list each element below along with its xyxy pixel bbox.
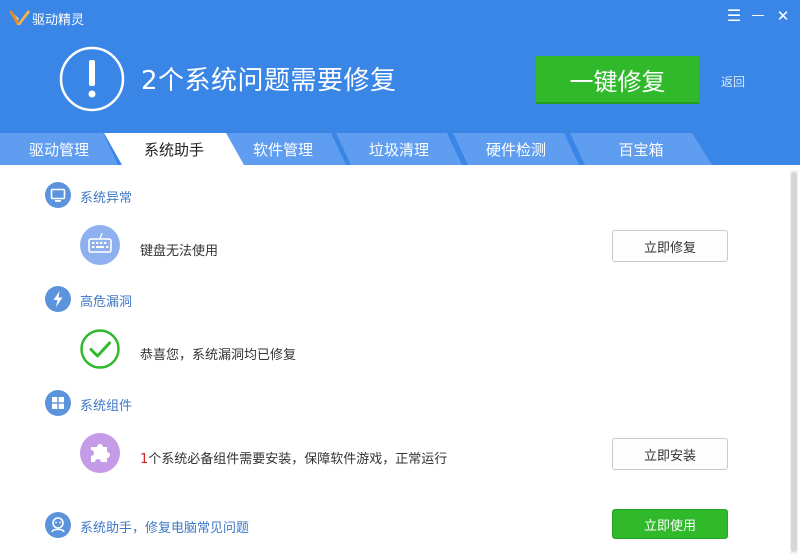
windows-icon	[45, 390, 71, 416]
monitor-icon	[45, 182, 71, 208]
tab-junk-cleanup[interactable]: 垃圾清理	[336, 133, 462, 165]
section-title-components: 系统组件	[80, 399, 133, 414]
scrollbar-thumb[interactable]	[791, 172, 797, 552]
system-assistant-panel: 系统异常 键盘无法使用 立即修复 高危漏洞 恭喜您，系统漏洞均已修复 系统组件	[0, 165, 800, 560]
use-now-button[interactable]: 立即使用	[612, 509, 728, 539]
install-now-button[interactable]: 立即安装	[612, 438, 728, 470]
app-title: 驱动精灵	[32, 13, 85, 28]
vertical-scrollbar[interactable]	[790, 170, 798, 554]
fix-now-button[interactable]: 立即修复	[612, 230, 728, 262]
app-logo-icon	[9, 10, 30, 25]
vulnerability-fixed-text: 恭喜您，系统漏洞均已修复	[140, 348, 297, 363]
section-title-abnormal: 系统异常	[80, 191, 133, 206]
lightning-icon	[45, 286, 71, 312]
assistant-icon	[45, 512, 71, 538]
back-link[interactable]: 返回	[721, 73, 745, 90]
tab-driver-management[interactable]: 驱动管理	[0, 133, 118, 165]
close-icon[interactable]: ✕	[773, 5, 793, 27]
header: 驱动精灵 ☰ — ✕ 2个系统问题需要修复 一键修复 返回 驱动管理 软件管理 …	[0, 0, 800, 165]
tab-label: 百宝箱	[618, 141, 664, 159]
tab-label: 驱动管理	[28, 141, 89, 159]
problem-headline: 2个系统问题需要修复	[141, 66, 397, 96]
alert-circle-icon	[59, 46, 125, 112]
tab-label: 硬件检测	[485, 141, 546, 159]
components-missing-text: 1个系统必备组件需要安装，保障软件游戏，正常运行	[140, 448, 447, 467]
keyboard-icon	[80, 225, 120, 265]
tab-hardware-detection[interactable]: 硬件检测	[453, 133, 579, 165]
tab-system-assistant[interactable]: 系统助手	[104, 133, 244, 165]
tab-toolbox[interactable]: 百宝箱	[570, 133, 712, 165]
check-icon	[80, 329, 120, 369]
menu-icon[interactable]: ☰	[724, 5, 744, 27]
tab-bar: 驱动管理 软件管理 垃圾清理 硬件检测 百宝箱 系统助手	[0, 133, 800, 165]
minimize-icon[interactable]: —	[748, 5, 768, 27]
components-missing-label: 个系统必备组件需要安装，保障软件游戏，正常运行	[148, 452, 448, 467]
one-click-fix-button[interactable]: 一键修复	[536, 56, 699, 104]
keyboard-issue-text: 键盘无法使用	[140, 244, 219, 259]
tab-label: 系统助手	[143, 141, 204, 159]
puzzle-icon	[80, 433, 120, 473]
tab-label: 软件管理	[252, 141, 313, 159]
section-title-assistant: 系统助手，修复电脑常见问题	[80, 521, 250, 536]
tab-label: 垃圾清理	[368, 141, 429, 159]
section-title-vulnerability: 高危漏洞	[80, 295, 133, 310]
